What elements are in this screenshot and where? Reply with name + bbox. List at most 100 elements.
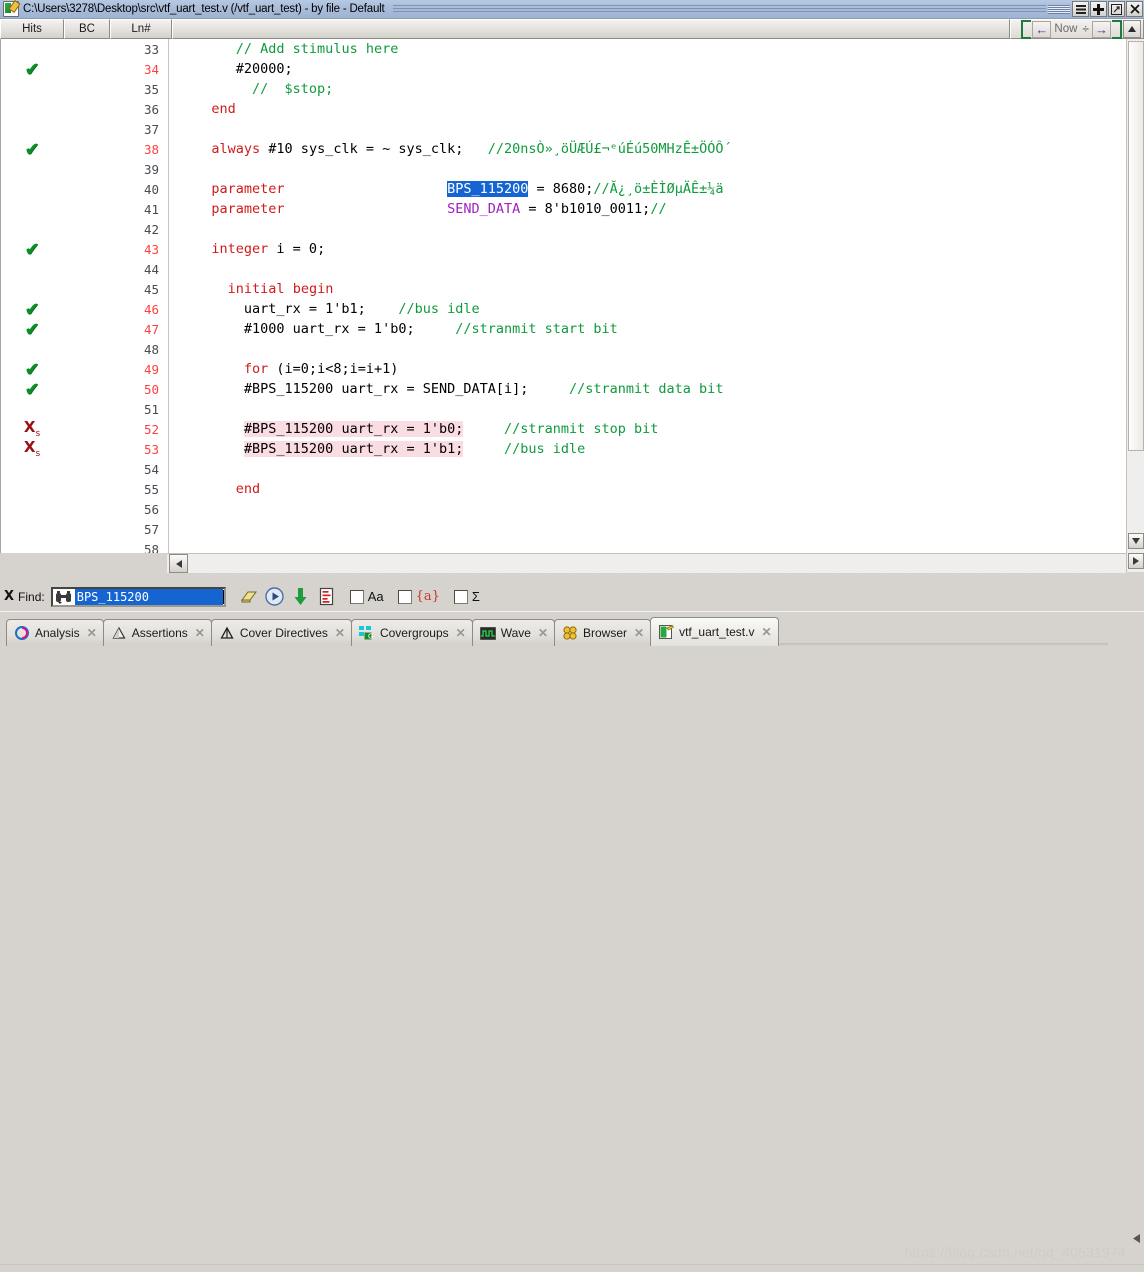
code-text[interactable] [167, 501, 1127, 517]
vertical-scrollbar[interactable] [1126, 39, 1144, 572]
match-case-checkbox[interactable] [349, 589, 364, 604]
code-text[interactable] [167, 121, 1127, 137]
find-input-value[interactable]: BPS_115200 [74, 588, 223, 605]
code-line-row[interactable]: 37 [1, 119, 1127, 139]
tab-close-icon[interactable]: ✕ [195, 626, 205, 640]
code-text[interactable]: end [167, 481, 1127, 497]
code-text[interactable]: initial begin [167, 281, 1127, 297]
tab-cover-directives[interactable]: Cover Directives ✕ [210, 619, 352, 646]
code-text[interactable] [167, 221, 1127, 237]
code-line-row[interactable]: ✔ 34 #20000; [1, 59, 1127, 79]
code-line-row[interactable]: ✔ 38 always #10 sys_clk = ~ sys_clk; //20… [1, 139, 1127, 159]
titlebar-grip[interactable] [1048, 4, 1070, 14]
code-line-row[interactable]: 54 [1, 459, 1127, 479]
code-text[interactable]: #BPS_115200 uart_rx = 1'b1; //bus idle [167, 441, 1127, 457]
code-text[interactable]: for (i=0;i<8;i=i+1) [167, 361, 1127, 377]
code-line-row[interactable]: 35 // $stop; [1, 79, 1127, 99]
horizontal-scroll-track[interactable] [188, 555, 1126, 572]
code-text[interactable]: uart_rx = 1'b1; //bus idle [167, 301, 1127, 317]
source-code-view[interactable]: 33 // Add stimulus here ✔ 34 #20000; 35 // … [0, 39, 1127, 553]
code-text[interactable]: always #10 sys_clk = ~ sys_clk; //20nsÒ»… [167, 141, 1127, 157]
code-line-row[interactable]: 56 [1, 499, 1127, 519]
code-line-row[interactable]: 55 end [1, 479, 1127, 499]
code-text[interactable]: parameter BPS_115200 = 8680;//Ă¿¸ö±ÈÌØµÄ… [167, 181, 1127, 197]
code-line-row[interactable]: 57 [1, 519, 1127, 539]
vertical-scroll-thumb[interactable] [1128, 41, 1144, 451]
code-line-row[interactable]: ✔ 47 #1000 uart_rx = 1'b0; //stranmit sta… [1, 319, 1127, 339]
code-line-row[interactable]: 33 // Add stimulus here [1, 39, 1127, 59]
code-line-row[interactable]: 51 [1, 399, 1127, 419]
code-text[interactable]: parameter SEND_DATA = 8'b1010_0011;// [167, 201, 1127, 217]
column-header-bc[interactable]: BC [64, 19, 110, 39]
column-header-hits[interactable]: Hits [0, 19, 64, 39]
scroll-up-button[interactable] [1123, 20, 1141, 38]
horizontal-scrollbar[interactable] [167, 553, 1126, 573]
column-header-ln[interactable]: Ln# [110, 19, 172, 39]
search-all-button[interactable] [316, 586, 338, 608]
maximize-button[interactable] [1090, 1, 1107, 17]
code-line-row[interactable]: 58 [1, 539, 1127, 554]
tab-close-icon[interactable]: ✕ [538, 626, 548, 640]
now-next-button[interactable]: → [1092, 20, 1111, 38]
tab-vtf-uart-test-v[interactable]: vtf_uart_test.v ✕ [650, 617, 779, 646]
code-text[interactable]: #20000; [167, 61, 1127, 77]
tab-close-icon[interactable]: ✕ [87, 626, 97, 640]
line-number: 36 [143, 101, 159, 117]
regex-checkbox[interactable] [397, 589, 412, 604]
code-text[interactable] [167, 341, 1127, 357]
window-titlebar[interactable]: C:\Users\3278\Desktop\src\vtf_uart_test.… [0, 0, 1144, 19]
code-line-row[interactable]: 41 parameter SEND_DATA = 8'b1010_0011;// [1, 199, 1127, 219]
code-line-row[interactable]: Xs 53 #BPS_115200 uart_rx = 1'b1; //bus i… [1, 439, 1127, 459]
code-text[interactable]: // $stop; [167, 81, 1127, 97]
undock-button[interactable] [1108, 1, 1125, 17]
tab-scroll-left-button[interactable] [1130, 1230, 1142, 1246]
scroll-left-button[interactable] [169, 554, 188, 573]
code-line-row[interactable]: ✔ 43 integer i = 0; [1, 239, 1127, 259]
eraser-icon[interactable] [238, 586, 260, 608]
code-line-row[interactable]: 42 [1, 219, 1127, 239]
code-line-row[interactable]: 48 [1, 339, 1127, 359]
tab-close-icon[interactable]: ✕ [456, 626, 466, 640]
tab-analysis[interactable]: Analysis ✕ [6, 619, 104, 646]
code-line-row[interactable]: 36 end [1, 99, 1127, 119]
now-prev-button[interactable]: ← [1032, 20, 1052, 38]
code-text[interactable] [167, 161, 1127, 177]
code-text[interactable]: #1000 uart_rx = 1'b0; //stranmit start b… [167, 321, 1127, 337]
search-down-button[interactable] [290, 586, 312, 608]
code-text[interactable] [167, 521, 1127, 537]
find-input[interactable]: BPS_115200 [50, 586, 226, 607]
code-text[interactable] [167, 461, 1127, 477]
code-text[interactable] [167, 261, 1127, 277]
code-text[interactable]: integer i = 0; [167, 241, 1127, 257]
dock-button[interactable] [1072, 1, 1089, 17]
code-text[interactable]: // Add stimulus here [167, 41, 1127, 57]
code-line-row[interactable]: ✔ 46 uart_rx = 1'b1; //bus idle [1, 299, 1127, 319]
code-text[interactable] [167, 401, 1127, 417]
code-text[interactable]: #BPS_115200 uart_rx = 1'b0; //stranmit s… [167, 421, 1127, 437]
close-button[interactable] [1126, 1, 1143, 17]
tab-wave[interactable]: Wave ✕ [471, 619, 555, 646]
code-line-row[interactable]: Xs 52 #BPS_115200 uart_rx = 1'b0; //stran… [1, 419, 1127, 439]
code-text[interactable]: #BPS_115200 uart_rx = SEND_DATA[i]; //st… [167, 381, 1127, 397]
search-play-button[interactable] [264, 586, 286, 608]
code-line-row[interactable]: 39 [1, 159, 1127, 179]
tab-close-icon[interactable]: ✕ [761, 625, 771, 639]
code-text[interactable] [167, 541, 1127, 553]
code-line-row[interactable]: 45 initial begin [1, 279, 1127, 299]
tab-close-icon[interactable]: ✕ [335, 626, 345, 640]
scroll-right-button[interactable] [1128, 553, 1144, 569]
find-binoculars-icon[interactable] [53, 588, 75, 606]
tab-browser[interactable]: Browser ✕ [554, 619, 652, 646]
tab-assertions[interactable]: Assertions ✕ [102, 619, 212, 646]
line-number: 51 [143, 401, 159, 417]
code-line-row[interactable]: 44 [1, 259, 1127, 279]
code-line-row[interactable]: 40 parameter BPS_115200 = 8680;//Ă¿¸ö±ÈÌ… [1, 179, 1127, 199]
code-line-row[interactable]: ✔ 50 #BPS_115200 uart_rx = SEND_DATA[i]; … [1, 379, 1127, 399]
tab-covergroups[interactable]: G Covergroups ✕ [350, 619, 473, 646]
tab-close-icon[interactable]: ✕ [634, 626, 644, 640]
code-text[interactable]: end [167, 101, 1127, 117]
close-find-icon[interactable]: X [4, 589, 14, 604]
whole-word-checkbox[interactable] [453, 589, 468, 604]
scroll-down-button[interactable] [1128, 533, 1144, 549]
code-line-row[interactable]: ✔ 49 for (i=0;i<8;i=i+1) [1, 359, 1127, 379]
